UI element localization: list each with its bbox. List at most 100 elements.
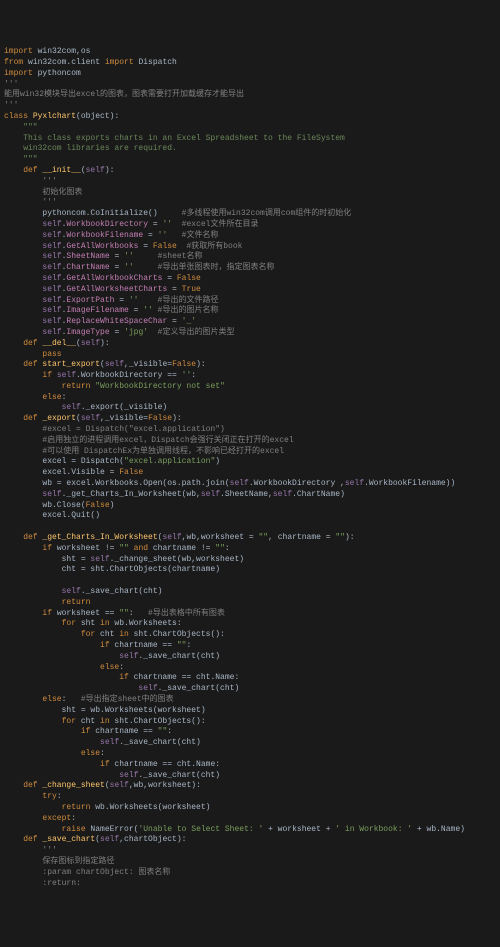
code-line[interactable]: if chartname == "":: [4, 727, 500, 738]
code-line[interactable]: import win32com,os: [4, 47, 500, 58]
code-line[interactable]: def _change_sheet(self,wb,worksheet):: [4, 781, 500, 792]
code-line[interactable]: ''': [4, 846, 500, 857]
code-line[interactable]: if worksheet != "" and chartname != "":: [4, 544, 500, 555]
token-par: _visible: [105, 414, 143, 423]
code-line[interactable]: 初始化图表: [4, 188, 500, 199]
code-line[interactable]: ''': [4, 177, 500, 188]
code-line[interactable]: wb.Close(False): [4, 501, 500, 512]
code-line[interactable]: for cht in sht.ChartObjects():: [4, 630, 500, 641]
token-com: #导出表格中所有图表: [148, 609, 225, 618]
code-line[interactable]: else:: [4, 663, 500, 674]
token-id: wb.Worksheets:: [114, 619, 181, 628]
code-line[interactable]: return: [4, 598, 500, 609]
code-line[interactable]: else:: [4, 749, 500, 760]
code-line[interactable]: return "WorkbookDirectory not set": [4, 382, 500, 393]
code-line[interactable]: 能用win32模块导出excel的图表，图表需要打开加载缓存才能导出: [4, 90, 500, 101]
code-line[interactable]: def __init__(self):: [4, 166, 500, 177]
code-line[interactable]: 保存图标到指定路径: [4, 857, 500, 868]
code-line[interactable]: ''': [4, 80, 500, 91]
code-line[interactable]: [4, 522, 500, 533]
code-line[interactable]: if chartname == cht.Name:: [4, 760, 500, 771]
code-line[interactable]: class Pyxlchart(object):: [4, 112, 500, 123]
code-line[interactable]: """: [4, 155, 500, 166]
code-line[interactable]: self.ChartName = '' #导出单张图表时，指定图表名称: [4, 263, 500, 274]
code-line[interactable]: if self.WorkbookDirectory == '':: [4, 371, 500, 382]
code-line[interactable]: self._save_chart(cht): [4, 738, 500, 749]
code-line[interactable]: self._get_Charts_In_Worksheet(wb,self.Sh…: [4, 490, 500, 501]
code-line[interactable]: self.GetAllWorksheetCharts = True: [4, 285, 500, 296]
token-op: =: [110, 328, 124, 337]
code-line[interactable]: self._export(_visible): [4, 403, 500, 414]
code-line[interactable]: excel.Quit(): [4, 511, 500, 522]
code-line[interactable]: ''': [4, 198, 500, 209]
code-line[interactable]: wb = excel.Workbooks.Open(os.path.join(s…: [4, 479, 500, 490]
code-line[interactable]: #启用独立的进程调用excel，Dispatch会强行关闭正在打开的excel: [4, 436, 500, 447]
code-line[interactable]: self.GetAllWorkbookCharts = False: [4, 274, 500, 285]
code-line[interactable]: else:: [4, 393, 500, 404]
code-line[interactable]: self._save_chart(cht): [4, 652, 500, 663]
code-line[interactable]: excel = Dispatch("excel.application"): [4, 457, 500, 468]
code-line[interactable]: if worksheet == "": #导出表格中所有图表: [4, 609, 500, 620]
token-op: =: [321, 533, 335, 542]
code-line[interactable]: self._save_chart(cht): [4, 771, 500, 782]
token-kw: def: [4, 835, 42, 844]
code-line[interactable]: self.WorkbookFilename = '' #文件名称: [4, 231, 500, 242]
token-id: excel.Quit(): [4, 511, 100, 520]
code-line[interactable]: def _get_Charts_In_Worksheet(self,wb,wor…: [4, 533, 500, 544]
token-id: ._save_chart(cht): [138, 771, 220, 780]
token-com: #文件名称: [167, 231, 218, 240]
code-line[interactable]: self._save_chart(cht): [4, 587, 500, 598]
token-str: '': [124, 252, 134, 261]
code-line[interactable]: """: [4, 123, 500, 134]
code-line[interactable]: if chartname == "":: [4, 641, 500, 652]
token-id: sht.ChartObjects():: [134, 630, 225, 639]
token-self: self: [90, 555, 109, 564]
code-line[interactable]: excel.Visible = False: [4, 468, 500, 479]
code-line[interactable]: [4, 576, 500, 587]
code-line[interactable]: else: #导出指定sheet中的图表: [4, 695, 500, 706]
code-line[interactable]: self.ImageType = 'jpg' #定义导出的图片类型: [4, 328, 500, 339]
code-line[interactable]: self.ExportPath = '' #导出的文件路径: [4, 296, 500, 307]
token-op: :: [100, 749, 105, 758]
code-line[interactable]: def __del__(self):: [4, 339, 500, 350]
code-line[interactable]: self.ImageFilename = '' #导出的图片名称: [4, 306, 500, 317]
code-line[interactable]: #excel = Dispatch("excel.application"): [4, 425, 500, 436]
code-line[interactable]: sht = wb.Worksheets(worksheet): [4, 706, 500, 717]
code-line[interactable]: for cht in sht.ChartObjects():: [4, 717, 500, 728]
code-line[interactable]: from win32com.client import Dispatch: [4, 58, 500, 69]
token-op: =: [244, 533, 258, 542]
code-line[interactable]: pythoncom.CoInitialize() #多线程使用win32com调…: [4, 209, 500, 220]
token-bool: False: [148, 414, 172, 423]
token-kw: pass: [4, 350, 62, 359]
code-line[interactable]: self.WorkbookDirectory = '' #excel文件所在目录: [4, 220, 500, 231]
code-line[interactable]: sht = self._change_sheet(wb,worksheet): [4, 555, 500, 566]
code-line[interactable]: except:: [4, 814, 500, 825]
code-line[interactable]: return wb.Worksheets(worksheet): [4, 803, 500, 814]
code-line[interactable]: def _save_chart(self,chartObject):: [4, 835, 500, 846]
token-kw: class: [4, 112, 33, 121]
code-line[interactable]: win32com libraries are required.: [4, 144, 500, 155]
code-line[interactable]: def start_export(self,_visible=False):: [4, 360, 500, 371]
code-line[interactable]: :return:: [4, 879, 500, 890]
code-line[interactable]: cht = sht.ChartObjects(chartname): [4, 565, 500, 576]
token-pink: GetAllWorkbooks: [66, 242, 138, 251]
code-line[interactable]: pass: [4, 350, 500, 361]
code-line[interactable]: for sht in wb.Worksheets:: [4, 619, 500, 630]
code-line[interactable]: import pythoncom: [4, 69, 500, 80]
token-com: ''': [4, 177, 57, 186]
token-op: :: [186, 641, 191, 650]
code-line[interactable]: raise NameError('Unable to Select Sheet:…: [4, 825, 500, 836]
code-line[interactable]: def _export(self,_visible=False):: [4, 414, 500, 425]
code-line[interactable]: This class exports charts in an Excel Sp…: [4, 134, 500, 145]
code-line[interactable]: self.GetAllWorkbooks = False #获取所有book: [4, 242, 500, 253]
code-line[interactable]: self.ReplaceWhiteSpaceChar = '_': [4, 317, 500, 328]
token-kw: def: [4, 414, 42, 423]
code-line[interactable]: #可以使用 DispatchEx为单独调用线程，不影响已经打开的excel: [4, 447, 500, 458]
code-line[interactable]: ''': [4, 101, 500, 112]
code-line[interactable]: if chartname == cht.Name:: [4, 673, 500, 684]
code-editor[interactable]: import win32com,osfrom win32com.client i…: [4, 47, 500, 889]
code-line[interactable]: :param chartObject: 图表名称: [4, 868, 500, 879]
token-mod: pythoncom: [38, 69, 81, 78]
code-line[interactable]: self._save_chart(cht): [4, 684, 500, 695]
code-line[interactable]: self.SheetName = '' #sheet名称: [4, 252, 500, 263]
